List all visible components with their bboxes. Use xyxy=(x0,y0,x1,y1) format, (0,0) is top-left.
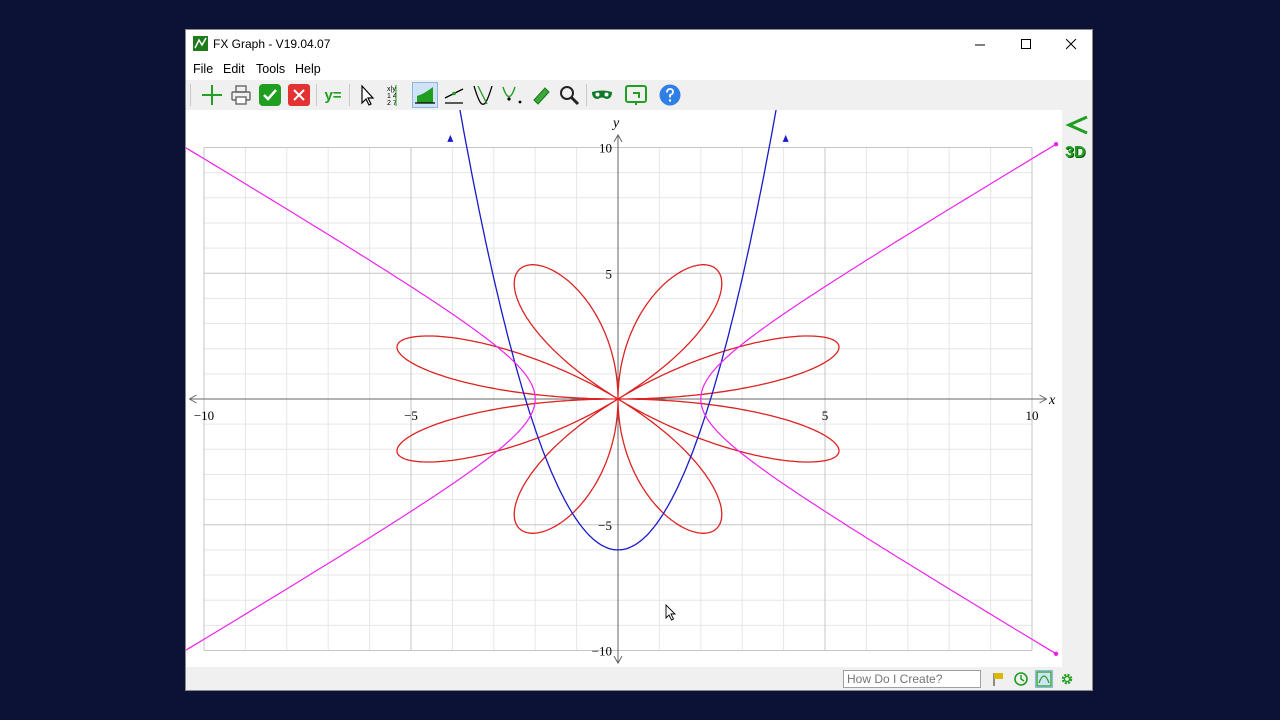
flag-button[interactable] xyxy=(989,670,1007,688)
intersection-tool-button[interactable] xyxy=(470,82,496,108)
tangent-tool-button[interactable] xyxy=(441,82,467,108)
curve-minimum-icon xyxy=(502,86,522,104)
flag-icon xyxy=(993,673,1003,686)
print-button[interactable] xyxy=(228,82,254,108)
window-title: FX Graph - V19.04.07 xyxy=(213,37,331,51)
tangent-line-icon xyxy=(444,88,464,104)
menu-help[interactable]: Help xyxy=(295,62,321,76)
mouse-cursor-icon xyxy=(665,603,677,621)
graph-view-toggle[interactable] xyxy=(1035,670,1053,688)
toolbar: y= x|y 1 4 2 7 xyxy=(186,80,1092,110)
x-tick-label: 10 xyxy=(1026,408,1039,423)
x-tick-label: 5 xyxy=(822,408,829,423)
menu-tools[interactable]: Tools xyxy=(256,62,285,76)
y-equals-label: y= xyxy=(324,86,342,104)
svg-text:1 4: 1 4 xyxy=(387,93,397,100)
intersect-curves-icon xyxy=(473,85,493,105)
magnifier-icon xyxy=(560,86,580,106)
3d-glasses-button[interactable] xyxy=(589,82,615,108)
parabola-arrow xyxy=(782,134,789,142)
settings-button[interactable] xyxy=(1058,670,1076,688)
parabola-arrow xyxy=(447,134,454,142)
toolbar-separator xyxy=(349,84,350,106)
status-bar xyxy=(186,667,1092,690)
graph-view-icon xyxy=(1036,671,1052,687)
y-tick-label: 10 xyxy=(599,141,612,156)
maximize-icon xyxy=(1020,38,1031,49)
printer-icon xyxy=(231,85,251,105)
cross-icon xyxy=(288,84,310,106)
accept-button[interactable] xyxy=(257,82,283,108)
svg-text:x|y: x|y xyxy=(387,86,396,93)
toolbar-grip xyxy=(190,84,191,106)
help-button[interactable] xyxy=(657,82,683,108)
menu-bar: File Edit Tools Help xyxy=(186,58,1092,80)
plus-icon xyxy=(202,85,222,105)
x-tick-label: −10 xyxy=(194,408,214,423)
curves xyxy=(177,54,1059,656)
y-axis-label: y xyxy=(611,116,620,131)
collapse-panel-button[interactable] xyxy=(1065,114,1091,136)
mask-icon xyxy=(592,90,612,99)
x-axis-label: x xyxy=(1048,393,1056,408)
title-bar[interactable]: FX Graph - V19.04.07 xyxy=(186,30,1092,58)
table-tool-button[interactable]: x|y 1 4 2 7 xyxy=(383,82,409,108)
menu-edit[interactable]: Edit xyxy=(223,62,245,76)
area-tool-button[interactable] xyxy=(412,82,438,108)
gear-icon xyxy=(1061,673,1073,685)
zoom-tool-button[interactable] xyxy=(556,82,582,108)
close-icon xyxy=(1065,38,1076,49)
toolbar-separator xyxy=(316,84,317,106)
menu-file[interactable]: File xyxy=(193,62,213,76)
y-tick-label: −5 xyxy=(598,518,612,533)
measure-tool-button[interactable] xyxy=(528,82,554,108)
graph-canvas[interactable]: −10 −5 5 10 10 5 −5 −10 x y xyxy=(177,54,1062,667)
chevron-left-icon xyxy=(1065,115,1088,135)
minimize-button[interactable] xyxy=(957,30,1003,58)
right-panel: 3D xyxy=(1062,110,1092,667)
extrema-tool-button[interactable] xyxy=(499,82,525,108)
3d-mode-button[interactable]: 3D xyxy=(1065,144,1085,162)
question-mark-icon xyxy=(659,84,681,106)
minimize-icon xyxy=(974,44,985,45)
app-window: FX Graph - V19.04.07 File Edit Tools Hel… xyxy=(177,29,1093,691)
new-graph-button[interactable] xyxy=(199,82,225,108)
svg-text:2 7: 2 7 xyxy=(387,100,397,107)
history-button[interactable] xyxy=(1012,670,1030,688)
x-tick-label: −5 xyxy=(404,408,418,423)
y-tick-label: 5 xyxy=(606,266,613,281)
graph-plot[interactable]: −10 −5 5 10 10 5 −5 −10 x y xyxy=(177,54,1062,667)
y-tick-label: −10 xyxy=(592,644,612,659)
close-button[interactable] xyxy=(1048,30,1094,58)
hyperbola-arrow xyxy=(1053,142,1059,147)
y-equals-button[interactable]: y= xyxy=(320,82,346,108)
how-do-i-search-input[interactable] xyxy=(843,670,981,688)
history-icon xyxy=(1014,672,1028,686)
maximize-button[interactable] xyxy=(1003,30,1049,58)
ruler-icon xyxy=(533,87,550,105)
export-button[interactable] xyxy=(623,82,649,108)
toolbar-separator xyxy=(586,84,587,106)
hyperbola-arrow xyxy=(1053,651,1059,656)
select-tool-button[interactable] xyxy=(354,82,380,108)
area-under-curve-icon xyxy=(415,87,435,104)
3d-label: 3D xyxy=(1065,144,1086,161)
table-icon: x|y 1 4 2 7 xyxy=(387,85,397,107)
delete-button[interactable] xyxy=(286,82,312,108)
checkmark-icon xyxy=(259,84,281,106)
cursor-arrow-icon xyxy=(361,84,375,106)
export-screen-icon xyxy=(625,85,647,105)
fx-graph-app-icon xyxy=(193,36,208,51)
